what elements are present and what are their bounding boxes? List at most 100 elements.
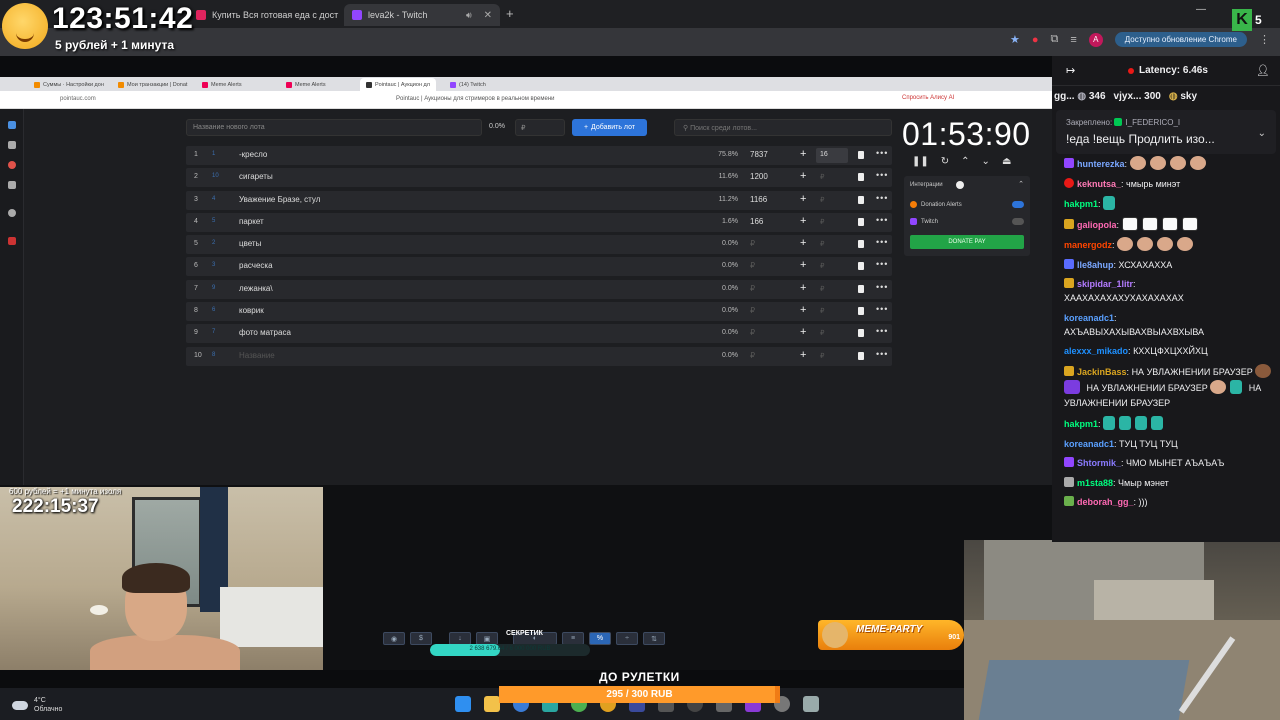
add-amount-input[interactable]: 16 xyxy=(816,148,848,163)
history-icon[interactable] xyxy=(8,181,16,189)
chat-username[interactable]: manergodz xyxy=(1064,240,1112,250)
search-lots-input[interactable]: ⚲ Поиск среди лотов... xyxy=(674,119,892,136)
twitch-toggle[interactable] xyxy=(1012,218,1024,225)
lot-name[interactable]: Уважение Бразе, стул xyxy=(239,195,320,204)
inner-tab-pointauc[interactable]: Pointauc | Аукцион дл xyxy=(360,78,436,91)
add-amount-button[interactable]: + xyxy=(800,215,806,227)
close-icon[interactable]: ✕ xyxy=(484,10,492,21)
extensions-puzzle-icon[interactable]: ⧉ xyxy=(1050,33,1058,46)
add-amount-button[interactable]: + xyxy=(800,304,806,316)
lot-name[interactable]: цветы xyxy=(239,239,261,248)
trash-icon[interactable] xyxy=(858,307,864,316)
logout-icon[interactable] xyxy=(8,237,16,245)
trash-icon[interactable] xyxy=(858,329,864,338)
chat-username[interactable]: Shtormik_ xyxy=(1077,458,1121,468)
menu-icon[interactable]: ⋮ xyxy=(1259,33,1270,46)
add-amount-input[interactable]: ₽ xyxy=(816,304,848,319)
pause-icon[interactable]: ❚❚ xyxy=(912,156,929,167)
extension-icon[interactable]: ● xyxy=(1032,34,1039,46)
leader-item[interactable]: vjyx... 300 xyxy=(1114,91,1161,102)
lot-name[interactable]: паркет xyxy=(239,217,264,226)
calculator-icon[interactable] xyxy=(803,696,819,712)
add-lot-button[interactable]: + Добавить лот xyxy=(572,119,647,136)
add-amount-input[interactable]: ₽ xyxy=(816,326,848,341)
more-icon[interactable]: ••• xyxy=(876,193,888,203)
lot-name[interactable]: Название xyxy=(239,351,275,360)
add-amount-button[interactable]: + xyxy=(800,237,806,249)
add-amount-input[interactable]: ₽ xyxy=(816,259,848,274)
leader-item[interactable]: gg... ◍ 346 xyxy=(1054,91,1106,102)
explorer-icon[interactable] xyxy=(484,696,500,712)
chat-username[interactable]: hakpm1 xyxy=(1064,199,1098,209)
more-icon[interactable]: ••• xyxy=(876,148,888,158)
lot-name[interactable]: -кресло xyxy=(239,150,267,159)
more-icon[interactable]: ••• xyxy=(876,237,888,247)
chevron-down-icon[interactable]: ⌄ xyxy=(1258,128,1266,139)
wheel-icon[interactable] xyxy=(8,161,16,169)
profile-avatar[interactable]: A xyxy=(1088,32,1103,47)
lot-row[interactable]: 1 1 -кресло 75.8% 7837 +16 ••• xyxy=(186,146,892,165)
chat-username[interactable]: lle8ahup xyxy=(1077,260,1114,270)
chevron-up-icon[interactable]: ⌃ xyxy=(961,156,969,167)
chat-username[interactable]: m1sta88 xyxy=(1077,478,1113,488)
integrations-toggle[interactable] xyxy=(956,181,964,189)
weather-widget[interactable]: 4°C Облачно xyxy=(12,696,62,714)
more-icon[interactable]: ••• xyxy=(876,326,888,336)
inner-tab[interactable]: Meme Alerts xyxy=(280,78,332,91)
inner-tab-twitch[interactable]: (14) Twitch xyxy=(444,78,492,91)
bookmark-star-icon[interactable]: ★ xyxy=(1010,33,1020,46)
donate-pay-button[interactable]: DONATE PAY xyxy=(910,235,1024,249)
chat-username[interactable]: koreanadc1 xyxy=(1064,313,1114,323)
lot-row[interactable]: 3 4 Уважение Бразе, стул 11.2% 1166 + ₽ ••• xyxy=(186,190,892,210)
lot-row[interactable]: 10 8 Название 0.0% ₽ + ₽ ••• xyxy=(186,346,892,366)
add-amount-button[interactable]: + xyxy=(800,193,806,205)
start-icon[interactable] xyxy=(455,696,471,712)
trash-icon[interactable] xyxy=(858,217,864,226)
lot-name[interactable]: сигареты xyxy=(239,172,273,181)
add-amount-button[interactable]: + xyxy=(800,349,806,361)
auction-icon[interactable] xyxy=(8,121,16,129)
alice-button[interactable]: Спросить Алису AI xyxy=(902,95,954,101)
github-icon[interactable]: ◉ xyxy=(383,632,405,645)
add-amount-input[interactable]: ₽ xyxy=(816,282,848,297)
lot-name[interactable]: расческа xyxy=(239,261,273,270)
more-icon[interactable]: ••• xyxy=(876,170,888,180)
lot-name[interactable]: лежанка\ xyxy=(239,284,273,293)
add-amount-button[interactable]: + xyxy=(800,259,806,271)
eject-icon[interactable]: ⏏︎ xyxy=(1002,156,1011,167)
lot-row[interactable]: 4 5 паркет 1.6% 166 + ₽ ••• xyxy=(186,212,892,232)
chat-username[interactable]: keknutsa_ xyxy=(1077,179,1121,189)
add-amount-input[interactable]: ₽ xyxy=(816,193,848,208)
split-icon[interactable]: ÷ xyxy=(616,632,638,645)
chat-username[interactable]: hakpm1 xyxy=(1064,419,1098,429)
trash-icon[interactable] xyxy=(858,262,864,271)
users-icon[interactable]: 👤︎ xyxy=(1256,64,1270,77)
add-amount-input[interactable]: ₽ xyxy=(816,237,848,252)
lot-row[interactable]: 8 6 коврик 0.0% ₽ + ₽ ••• xyxy=(186,302,892,322)
leader-item[interactable]: ◍ sky xyxy=(1169,91,1197,102)
chat-username[interactable]: skipidar_1litr xyxy=(1077,279,1133,289)
inner-tab[interactable]: Мои транзакции | Donat xyxy=(112,78,193,91)
lot-row[interactable]: 9 7 фото матраса 0.0% ₽ + ₽ ••• xyxy=(186,324,892,344)
more-icon[interactable]: ••• xyxy=(876,215,888,225)
lot-name[interactable]: коврик xyxy=(239,306,264,315)
tab-food[interactable]: Купить Вся готовая еда с дост ✕ xyxy=(188,4,343,26)
tab-twitch[interactable]: leva2k - Twitch 🔊︎ ✕ xyxy=(344,4,500,26)
inner-tab[interactable]: Meme Alerts xyxy=(196,78,248,91)
chevron-down-icon[interactable]: ⌄ xyxy=(982,156,990,167)
lot-row[interactable]: 2 10 сигареты 11.6% 1200 + ₽ ••• xyxy=(186,168,892,188)
lot-row[interactable]: 5 2 цветы 0.0% ₽ + ₽ ••• xyxy=(186,235,892,255)
chat-username[interactable]: JackinBass xyxy=(1077,367,1127,377)
update-chrome-button[interactable]: Доступно обновление Chrome xyxy=(1114,32,1247,47)
inner-tab[interactable]: Суммы · Настройки дон xyxy=(28,78,110,91)
add-amount-button[interactable]: + xyxy=(800,326,806,338)
speaker-icon[interactable]: 🔊︎ xyxy=(466,10,472,21)
add-amount-input[interactable]: ₽ xyxy=(816,215,848,230)
add-amount-button[interactable]: + xyxy=(800,148,806,160)
lot-row[interactable]: 6 3 расческа 0.0% ₽ + ₽ ••• xyxy=(186,257,892,277)
add-amount-button[interactable]: + xyxy=(800,170,806,182)
restart-icon[interactable]: ↻ xyxy=(941,156,949,167)
new-tab-button[interactable]: + xyxy=(506,6,514,21)
trash-icon[interactable] xyxy=(858,284,864,293)
trash-icon[interactable] xyxy=(858,173,864,182)
